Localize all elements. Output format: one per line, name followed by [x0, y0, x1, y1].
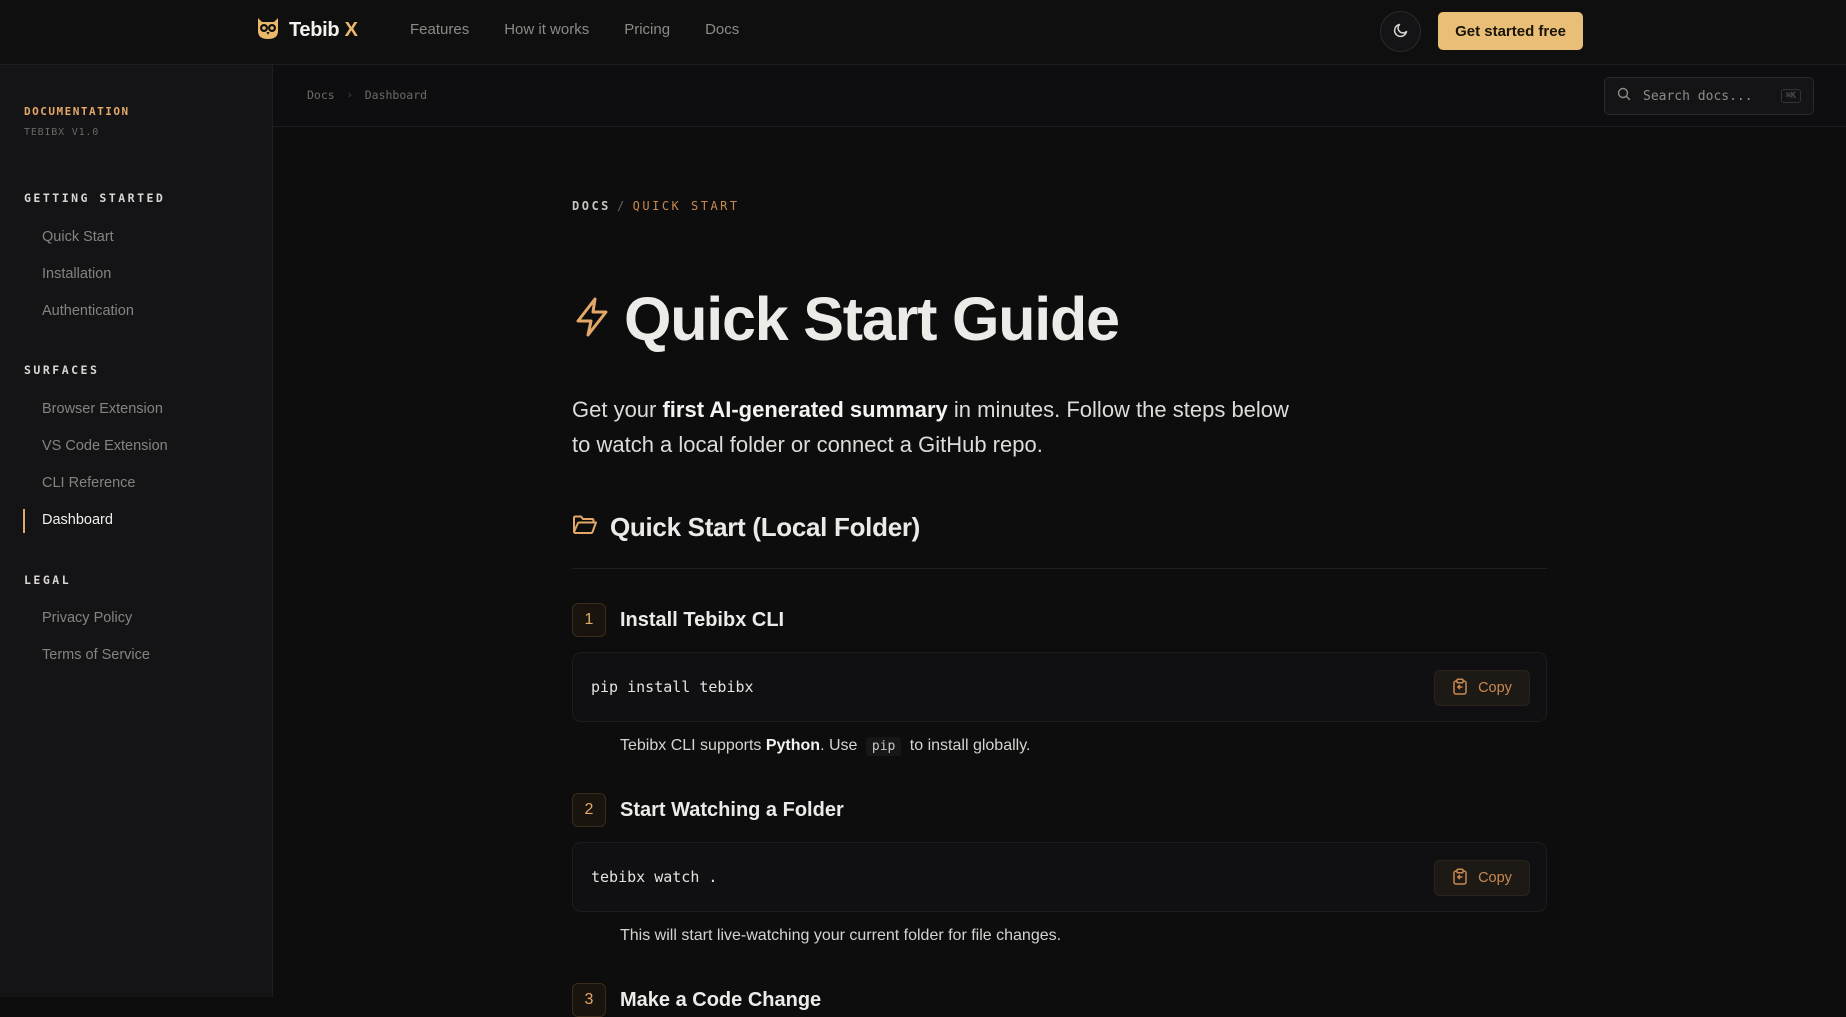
nav-link-features[interactable]: Features — [410, 21, 469, 38]
lead-paragraph: Get your first AI-generated summary in m… — [572, 397, 1289, 457]
breadcrumb-docs[interactable]: Docs — [307, 88, 335, 102]
chevron-right-icon: › — [346, 89, 353, 101]
sidebar-item-privacy-policy[interactable]: Privacy Policy — [42, 610, 132, 626]
breadcrumb: Docs › Dashboard — [307, 88, 427, 102]
copy-label: Copy — [1478, 870, 1512, 886]
step-1-code: pip install tebibx — [591, 678, 754, 696]
clipboard-icon — [1452, 678, 1468, 698]
step-3-title: Make a Code Change — [620, 988, 822, 1011]
search-icon — [1617, 87, 1631, 106]
section-heading-text: Quick Start (Local Folder) — [610, 512, 921, 542]
search-placeholder: Search docs... — [1643, 88, 1753, 104]
sidebar-item-cli-reference[interactable]: CLI Reference — [42, 475, 136, 491]
sidebar-title: DOCUMENTATION — [24, 105, 130, 118]
sidebar-item-browser-extension[interactable]: Browser Extension — [42, 401, 163, 417]
step-2-number: 2 — [572, 793, 606, 827]
sidebar-item-quick-start[interactable]: Quick Start — [42, 229, 114, 245]
docs-subheader: Docs › Dashboard Search docs... ⌘K — [273, 65, 1846, 127]
step-3-heading: 3 Make a Code Change — [572, 983, 821, 1017]
step-1-heading: 1 Install Tebibx CLI — [572, 603, 784, 637]
brand[interactable]: Tebib X — [255, 15, 358, 46]
nav-link-docs[interactable]: Docs — [705, 21, 739, 38]
doc-breadcrumb-root[interactable]: DOCS — [572, 199, 611, 213]
section-heading: Quick Start (Local Folder) — [572, 512, 920, 543]
sidebar-item-dashboard[interactable]: Dashboard — [42, 512, 113, 528]
sidebar-item-vs-code-extension[interactable]: VS Code Extension — [42, 438, 168, 454]
sidebar-item-authentication[interactable]: Authentication — [42, 303, 134, 319]
section-divider — [572, 568, 1547, 569]
page-title: Quick Start Guide — [572, 284, 1120, 354]
sidebar-item-terms-of-service[interactable]: Terms of Service — [42, 647, 150, 663]
search-shortcut: ⌘K — [1780, 89, 1801, 103]
sidebar-section-legal: LEGAL — [24, 573, 72, 587]
doc-breadcrumb: DOCS / QUICK START — [572, 199, 740, 213]
page-title-text: Quick Start Guide — [624, 285, 1120, 353]
nav-link-how-it-works[interactable]: How it works — [504, 21, 589, 38]
top-navbar: Tebib X Features How it works Pricing Do… — [0, 0, 1846, 65]
step-1-note: Tebibx CLI supports Python. Use pip to i… — [620, 737, 1031, 756]
sidebar-section-surfaces: SURFACES — [24, 363, 100, 377]
brand-name: Tebib X — [289, 19, 358, 41]
moon-icon — [1393, 22, 1409, 41]
step-3-number: 3 — [572, 983, 606, 1017]
step-2-note: This will start live-watching your curre… — [620, 927, 1062, 944]
inline-code-pip: pip — [865, 737, 902, 756]
nav-link-pricing[interactable]: Pricing — [624, 21, 670, 38]
step-1-code-block: pip install tebibx Copy — [572, 652, 1547, 722]
doc-breadcrumb-separator: / — [616, 199, 627, 213]
clipboard-icon — [1452, 868, 1468, 888]
step-2-title: Start Watching a Folder — [620, 798, 844, 821]
sidebar-active-indicator — [23, 509, 25, 533]
breadcrumb-current: Dashboard — [364, 88, 428, 102]
sidebar-version: TEBIBX V1.0 — [24, 127, 100, 138]
docs-sidebar: DOCUMENTATION TEBIBX V1.0 GETTING STARTE… — [0, 65, 273, 997]
get-started-button[interactable]: Get started free — [1438, 12, 1583, 50]
lightning-icon — [572, 295, 612, 344]
step-1-copy-button[interactable]: Copy — [1434, 670, 1530, 706]
search-input[interactable]: Search docs... ⌘K — [1604, 77, 1814, 115]
sidebar-item-installation[interactable]: Installation — [42, 266, 111, 282]
step-1-title: Install Tebibx CLI — [620, 608, 785, 631]
step-2-copy-button[interactable]: Copy — [1434, 860, 1530, 896]
doc-breadcrumb-current: QUICK START — [632, 199, 740, 213]
step-1-number: 1 — [572, 603, 606, 637]
theme-toggle-button[interactable] — [1380, 11, 1421, 52]
step-2-code: tebibx watch . — [591, 868, 718, 886]
primary-nav: Features How it works Pricing Docs — [410, 21, 739, 38]
sidebar-section-getting-started: GETTING STARTED — [24, 191, 166, 205]
step-2-heading: 2 Start Watching a Folder — [572, 793, 844, 827]
step-2-code-block: tebibx watch . Copy — [572, 842, 1547, 912]
copy-label: Copy — [1478, 680, 1512, 696]
owl-logo-icon — [255, 15, 281, 46]
folder-open-icon — [572, 514, 598, 541]
